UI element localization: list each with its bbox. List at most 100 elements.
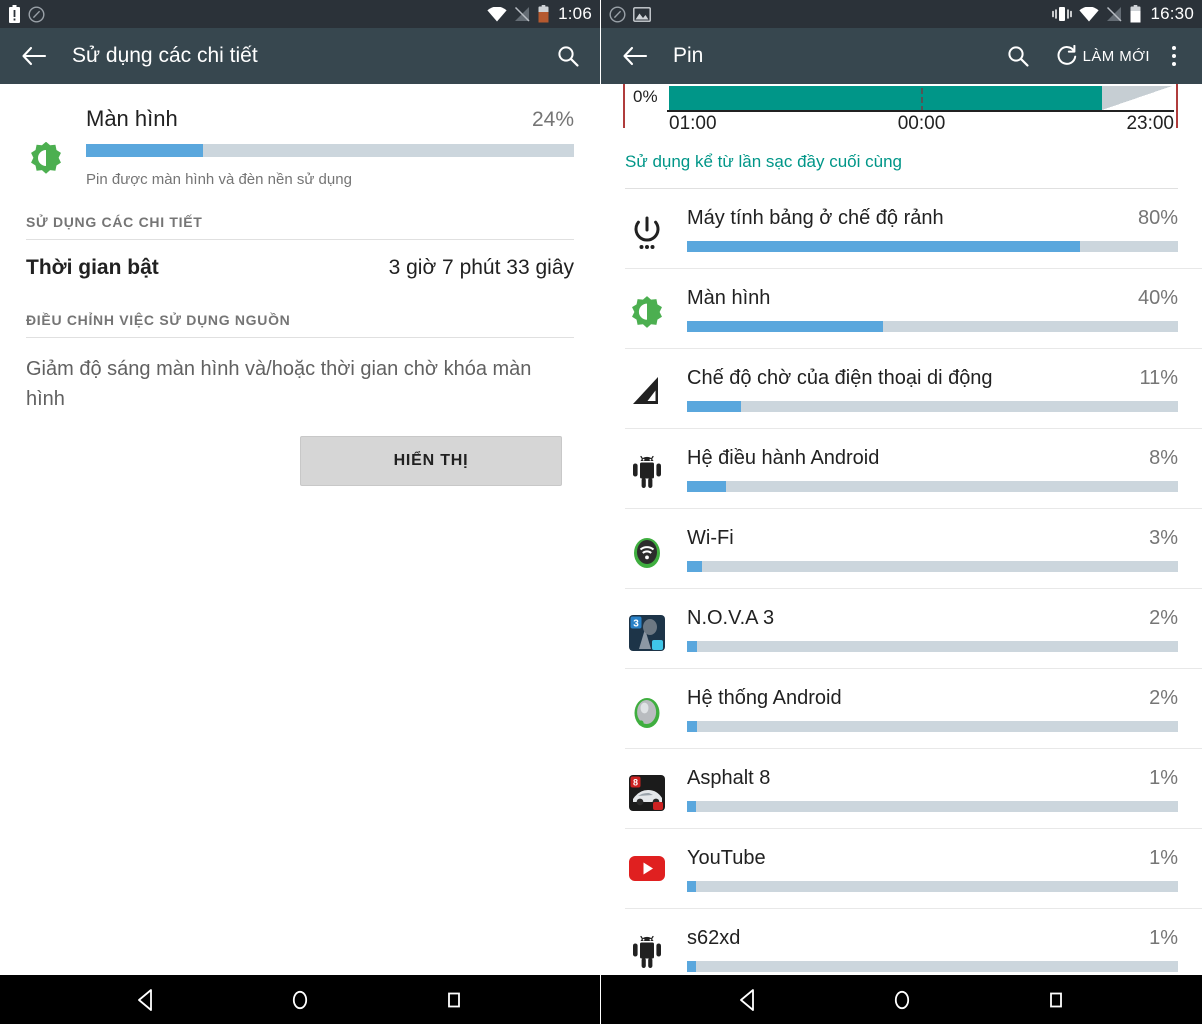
refresh-label: LÀM MỚI (1082, 47, 1150, 65)
battery-usage-app-name: N.O.V.A 3 (687, 607, 775, 629)
overflow-menu-icon[interactable] (1156, 46, 1188, 66)
battery-usage-progress-fill (687, 961, 696, 972)
battery-usage-row-body: s62xd 1% (687, 927, 1178, 972)
battery-usage-row[interactable]: 3 N.O.V.A 3 2% (601, 589, 1202, 668)
android-os-icon (633, 935, 661, 968)
battery-usage-row[interactable]: Máy tính bảng ở chế độ rảnh 80% (601, 189, 1202, 268)
wifi-app-icon (634, 538, 660, 568)
left-screen: 1:06 Sử dụng các chi tiết Màn hình 24% P… (0, 0, 601, 1024)
battery-usage-row[interactable]: Chế độ chờ của điện thoại di động 11% (601, 349, 1202, 428)
battery-usage-app-name: YouTube (687, 847, 766, 869)
battery-usage-row[interactable]: 8 Asphalt 8 1% (601, 749, 1202, 828)
battery-usage-progress-bar (687, 561, 1178, 572)
page-title: Sử dụng các chi tiết (72, 44, 258, 67)
chart-right-boundary (1176, 84, 1178, 128)
battery-usage-row[interactable]: Hệ thống Android 2% (601, 669, 1202, 748)
battery-usage-row-body: Hệ thống Android 2% (687, 687, 1178, 732)
home-circle-icon (894, 990, 909, 1009)
battery-usage-percent: 1% (1149, 927, 1178, 949)
battery-usage-row-top: Hệ thống Android 2% (687, 687, 1178, 710)
android-os-icon (633, 455, 661, 488)
battery-usage-row-top: YouTube 1% (687, 847, 1178, 870)
search-button[interactable] (550, 36, 586, 76)
battery-usage-progress-bar (687, 881, 1178, 892)
screen-on-time-key: Thời gian bật (26, 256, 159, 279)
battery-usage-progress-bar (687, 321, 1178, 332)
battery-usage-app-name: Máy tính bảng ở chế độ rảnh (687, 207, 944, 229)
chart-x-tick-labels: 01:00 00:00 23:00 (669, 113, 1174, 134)
right-nav-bar (601, 975, 1202, 1024)
status-clock: 16:30 (1150, 4, 1194, 23)
chart-discharge-slope (1101, 86, 1172, 110)
battery-usage-percent: 1% (1149, 847, 1178, 869)
nav-back-button[interactable] (735, 987, 761, 1013)
status-left-icons-right (609, 5, 651, 23)
battery-usage-row[interactable]: Màn hình 40% (601, 269, 1202, 348)
right-screen: 16:30 Pin LÀM MỚI 0% 01:00 00:00 23:00 S… (601, 0, 1202, 1024)
battery-usage-percent: 2% (1149, 607, 1178, 629)
usage-section-label: SỬ DỤNG CÁC CHI TIẾT (26, 214, 203, 230)
battery-usage-row-body: N.O.V.A 3 2% (687, 607, 1178, 652)
home-circle-icon (292, 990, 308, 1009)
android-os-icon (625, 447, 669, 491)
battery-usage-progress-bar (687, 961, 1178, 972)
battery-usage-progress-fill (687, 721, 697, 732)
nav-home-button[interactable] (287, 987, 313, 1013)
display-settings-button[interactable]: HIỂN THỊ (300, 436, 562, 486)
adjust-description: Giảm độ sáng màn hình và/hoặc thời gian … (26, 358, 532, 410)
battery-usage-progress-bar (687, 641, 1178, 652)
battery-usage-row-top: Hệ điều hành Android 8% (687, 447, 1178, 470)
battery-usage-app-name: Màn hình (687, 287, 771, 309)
battery-usage-app-name: Chế độ chờ của điện thoại di động (687, 367, 993, 389)
adjust-section-label: ĐIỀU CHỈNH VIỆC SỬ DỤNG NGUỒN (26, 312, 291, 328)
chart-left-boundary (623, 84, 625, 128)
detail-main: Màn hình 24% Pin được màn hình và đèn nề… (86, 106, 574, 188)
search-icon (1008, 46, 1029, 67)
detail-progress-bar (86, 144, 574, 157)
battery-usage-percent: 3% (1149, 527, 1178, 549)
battery-usage-row-top: Màn hình 40% (687, 287, 1178, 310)
cellular-standby-icon (633, 377, 658, 404)
back-button[interactable] (14, 36, 54, 76)
nav-back-button[interactable] (133, 987, 159, 1013)
android-os-icon (625, 927, 669, 971)
left-nav-bar (0, 975, 600, 1024)
battery-usage-progress-fill (687, 401, 741, 412)
detail-subtitle: Pin được màn hình và đèn nền sử dụng (86, 171, 352, 188)
battery-usage-row[interactable]: s62xd 1% (601, 909, 1202, 975)
back-button[interactable] (615, 36, 655, 76)
battery-usage-row[interactable]: Hệ điều hành Android 8% (601, 429, 1202, 508)
battery-usage-row[interactable]: Wi-Fi 3% (601, 509, 1202, 588)
battery-usage-row-body: Hệ điều hành Android 8% (687, 447, 1178, 492)
search-button[interactable] (1000, 36, 1036, 76)
detail-header: Màn hình 24% Pin được màn hình và đèn nề… (0, 84, 600, 188)
screen-on-time-row: Thời gian bật 3 giờ 7 phút 33 giây (0, 240, 600, 286)
nav-recents-button[interactable] (441, 987, 467, 1013)
battery-usage-percent: 11% (1139, 367, 1178, 389)
page-title: Pin (673, 44, 704, 67)
battery-usage-row-top: Wi-Fi 3% (687, 527, 1178, 550)
youtube-app-icon (625, 847, 669, 883)
battery-usage-app-name: Asphalt 8 (687, 767, 771, 789)
wifi-icon (487, 6, 507, 22)
chart-tick-1: 00:00 (897, 113, 946, 134)
refresh-button[interactable]: LÀM MỚI (1050, 36, 1156, 76)
battery-history-chart[interactable]: 0% 01:00 00:00 23:00 (601, 84, 1202, 134)
chart-inner: 0% 01:00 00:00 23:00 (623, 84, 1178, 134)
battery-usage-row-body: Chế độ chờ của điện thoại di động 11% (687, 367, 1178, 412)
battery-usage-percent: 1% (1149, 767, 1178, 789)
chart-y-axis-label: 0% (633, 87, 660, 107)
no-sim-icon (1106, 6, 1123, 22)
power-standby-icon (625, 207, 669, 251)
battery-usage-app-name: Hệ điều hành Android (687, 447, 880, 469)
battery-usage-percent: 2% (1149, 687, 1178, 709)
nav-recents-button[interactable] (1043, 987, 1069, 1013)
battery-usage-row[interactable]: YouTube 1% (601, 829, 1202, 908)
battery-usage-percent: 80% (1137, 207, 1178, 229)
battery-usage-progress-fill (687, 321, 884, 332)
nav-home-button[interactable] (889, 987, 915, 1013)
battery-usage-row-body: Máy tính bảng ở chế độ rảnh 80% (687, 207, 1178, 252)
battery-usage-row-top: Asphalt 8 1% (687, 767, 1178, 790)
arrow-back-icon (623, 46, 648, 66)
battery-usage-progress-fill (687, 641, 697, 652)
